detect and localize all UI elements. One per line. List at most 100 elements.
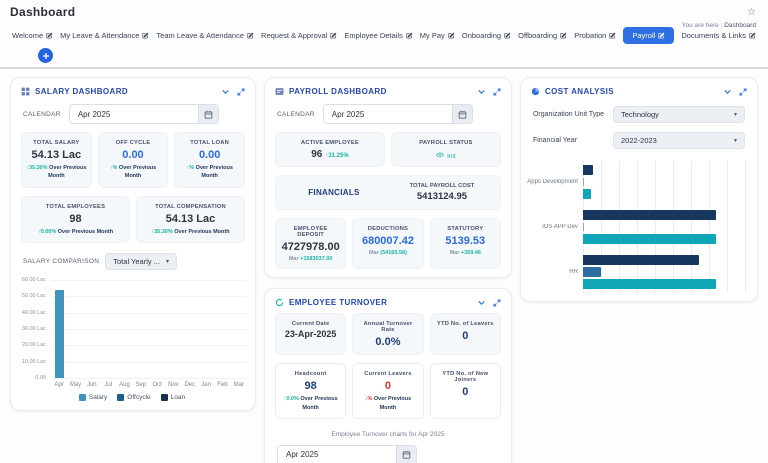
edit-icon[interactable] (46, 32, 53, 39)
financial-year-select[interactable]: 2022-2023 ▾ (613, 132, 745, 149)
stat-delta: ↑35.30% Over Previous Month (141, 228, 240, 236)
sub-value: +359.46 (461, 250, 481, 256)
tab-my-pay[interactable]: My Pay (420, 31, 455, 40)
edit-icon[interactable] (142, 32, 149, 39)
add-dashboard-button[interactable] (38, 48, 53, 63)
cost-bar-row: HR (525, 267, 749, 277)
expand-icon[interactable] (493, 88, 501, 96)
breadcrumb-prefix: You are here : (682, 22, 723, 29)
dropdown-caret-icon: ▾ (166, 258, 169, 265)
cost-bar-series-blue[interactable] (583, 267, 601, 277)
edit-icon[interactable] (247, 32, 254, 39)
salary-dashboard-header: SALARY DASHBOARD (11, 78, 255, 102)
gridline (51, 378, 247, 379)
edit-icon[interactable] (330, 32, 337, 39)
cost-bar-series-teal[interactable] (583, 279, 716, 289)
gridline (51, 345, 247, 346)
org-unit-type-select[interactable]: Technology ▾ (613, 106, 745, 123)
legend-label: Salary (89, 394, 107, 401)
stat-delta: ↑% Over Previous Month (179, 164, 240, 181)
stat-card-off-cycle: OFF CYCLE0.00↑% Over Previous Month (98, 132, 169, 188)
sub-prefix: Mar (369, 250, 380, 256)
expand-icon[interactable] (739, 88, 747, 96)
stat-delta: ↓% Over Previous Month (357, 395, 418, 412)
payroll-calendar-input[interactable]: Apr 2025 (323, 104, 473, 124)
cost-bar-track (583, 267, 749, 277)
tab-label: Offboarding (518, 31, 557, 40)
stat-label: Annual Turnover Rate (357, 321, 418, 333)
financials-label[interactable]: FINANCIALS (280, 188, 388, 197)
stat-value: 0 (357, 380, 418, 392)
tab-welcome[interactable]: Welcome (12, 31, 53, 40)
turnover-calendar-input[interactable]: Apr 2025 (277, 445, 417, 463)
active-employee-delta: ↑31.25% (325, 153, 348, 159)
expand-icon[interactable] (493, 299, 501, 307)
cost-bar-series-teal[interactable] (583, 189, 591, 199)
tab-employee-details[interactable]: Employee Details (344, 31, 412, 40)
legend-swatch (117, 394, 124, 401)
tab-label: Payroll (632, 31, 655, 40)
payroll-dashboard-icon (275, 87, 284, 96)
edit-icon[interactable] (749, 32, 756, 39)
stat-subvalue: Mar +1583037.00 (280, 256, 341, 262)
stat-delta-pct: ↑0.0% (284, 396, 299, 402)
cost-bar-track (583, 279, 749, 289)
employee-turnover-panel: EMPLOYEE TURNOVER Current Date23-Apr-202… (264, 288, 512, 463)
collapse-chevron-icon[interactable] (477, 87, 486, 96)
tab-request-approval[interactable]: Request & Approval (261, 31, 337, 40)
tab-offboarding[interactable]: Offboarding (518, 31, 567, 40)
stat-delta: ↑35.30% Over Previous Month (26, 164, 87, 181)
stat-delta: ↑% Over Previous Month (103, 164, 164, 181)
y-axis-tick-label: 60.00 Lac (22, 277, 46, 283)
expand-icon[interactable] (237, 88, 245, 96)
gridline (51, 296, 247, 297)
edit-icon[interactable] (658, 32, 665, 39)
tab-label: Documents & Links (681, 31, 746, 40)
salary-calendar-input[interactable]: Apr 2025 (69, 104, 219, 124)
cost-bar-row: iOS APP Dev (525, 222, 749, 232)
salary-comparison-select[interactable]: Total Yearly ... ▾ (105, 253, 177, 270)
x-axis-tick-label: Sep (133, 378, 149, 388)
tab-onboarding[interactable]: Onboarding (462, 31, 511, 40)
edit-icon[interactable] (504, 32, 511, 39)
tab-my-leave-attendance[interactable]: My Leave & Attendance (60, 31, 149, 40)
cost-bar-series-navy[interactable] (583, 210, 716, 220)
financials-row: FINANCIALS TOTAL PAYROLL COST 5413124.95 (275, 175, 501, 210)
total-payroll-cost: TOTAL PAYROLL COST 5413124.95 (388, 183, 496, 202)
edit-icon[interactable] (560, 32, 567, 39)
cost-bar-series-navy[interactable] (583, 255, 699, 265)
breadcrumb-current[interactable]: Dashboard (724, 22, 756, 29)
calendar-icon[interactable] (452, 105, 472, 123)
collapse-chevron-icon[interactable] (221, 87, 230, 96)
salary-stats-row1: TOTAL SALARY54.13 Lac↑35.30% Over Previo… (21, 132, 245, 188)
turnover-bottom-cards: Headcount98↑0.0% Over Previous MonthCurr… (275, 363, 501, 419)
salary-comparison-label: SALARY COMPARISON (23, 258, 99, 265)
x-axis-tick-label: Dec (182, 378, 198, 388)
edit-icon[interactable] (609, 32, 616, 39)
calendar-icon[interactable] (198, 105, 218, 123)
cost-bar-series-navy[interactable] (583, 165, 593, 175)
salary-chart-y-axis: 60.00 Lac50.00 Lac40.00 Lac30.00 Lac20.0… (17, 280, 51, 378)
chart-bar-salary-apr[interactable] (55, 290, 64, 378)
collapse-chevron-icon[interactable] (723, 87, 732, 96)
cost-analysis-chart: Apps DevelopmentiOS APP DevHR (525, 165, 749, 289)
edit-icon[interactable] (406, 32, 413, 39)
edit-icon[interactable] (448, 32, 455, 39)
stat-value: 54.13 Lac (141, 213, 240, 225)
cost-bar-series-teal[interactable] (583, 234, 716, 244)
tab-team-leave-attendance[interactable]: Team Leave & Attendance (156, 31, 254, 40)
tab-documents-links[interactable]: Documents & Links (681, 31, 756, 40)
favorite-star-icon[interactable]: ☆ (747, 7, 756, 18)
calendar-icon[interactable] (396, 446, 416, 463)
cost-bar-track (583, 255, 749, 265)
tab-label: Employee Details (344, 31, 402, 40)
stat-delta: ↑0.0% Over Previous Month (280, 395, 341, 412)
dashboard-tabs: Welcome My Leave & Attendance Team Leave &… (0, 24, 768, 44)
stat-value: 54.13 Lac (26, 149, 87, 161)
collapse-chevron-icon[interactable] (477, 298, 486, 307)
stat-label: YTD No. of New Joiners (435, 371, 496, 383)
tab-probation[interactable]: Probation (574, 31, 616, 40)
tab-payroll[interactable]: Payroll (623, 27, 674, 44)
stat-delta-pct: ↑0.00% (38, 229, 56, 235)
payroll-status-card: PAYROLL STATUS Init (391, 132, 501, 167)
